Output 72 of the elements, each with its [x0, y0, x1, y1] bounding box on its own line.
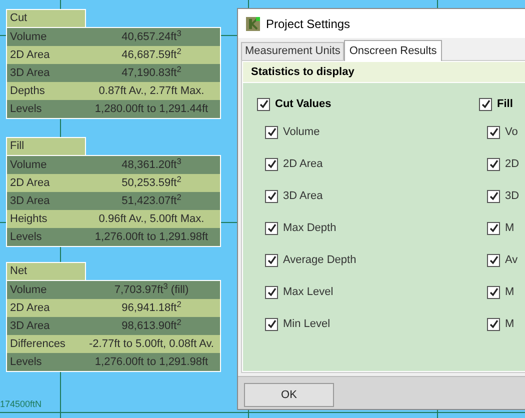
checkbox[interactable]	[265, 286, 278, 298]
row-value: 96,941.18ft$^{2}$	[120, 300, 182, 316]
panel-title: Fill	[6, 137, 86, 155]
row-label: Volume	[9, 282, 48, 298]
row-value: 46,687.59ft$^{2}$	[120, 46, 182, 63]
app-icon	[246, 16, 260, 30]
row-value: 0.87ft Av., 2.77ft Max.	[98, 84, 206, 99]
grid-label: 174500ftN	[0, 398, 42, 411]
checkbox[interactable]	[265, 254, 278, 266]
checkbox[interactable]	[265, 222, 278, 234]
row-value: 47,190.83ft$^{2}$	[120, 64, 182, 81]
option-label: Av	[505, 252, 518, 268]
row-value: 40,657.24ft$^{3}$	[120, 28, 182, 45]
row-label: 3D Area	[9, 194, 51, 209]
row-label: Levels	[9, 230, 43, 245]
tab[interactable]: Measurement Units	[241, 42, 344, 60]
option-label: M	[505, 316, 514, 332]
option-label: 3D Area	[283, 188, 323, 204]
tab[interactable]: Onscreen Results	[344, 40, 442, 61]
row-label: Levels	[9, 102, 43, 117]
option-label: Average Depth	[283, 252, 356, 268]
row-label: Heights	[9, 212, 48, 227]
section-header: Statistics to display	[243, 62, 525, 82]
window-title: Project Settings	[266, 16, 350, 32]
row-value: -2.77ft to 5.00ft, 0.08ft Av.	[88, 336, 215, 352]
ok-button[interactable]: OK	[244, 383, 334, 407]
checkbox[interactable]	[265, 190, 278, 202]
checkbox[interactable]	[265, 158, 278, 170]
row-value: 51,423.07ft$^{2}$	[120, 192, 182, 209]
row-label: 2D Area	[9, 300, 51, 316]
option-label: Max Depth	[283, 220, 336, 236]
checkbox[interactable]	[257, 98, 270, 110]
group-label: Cut Values	[275, 96, 332, 112]
row-label: 3D Area	[9, 66, 51, 81]
row-value: 1,276.00ft to 1,291.98ft	[94, 354, 210, 370]
option-label: 2D Area	[283, 156, 323, 172]
option-label: Vo	[505, 124, 518, 140]
row-value: 48,361.20ft$^{3}$	[120, 156, 182, 173]
row-label: Differences	[9, 336, 66, 352]
checkbox[interactable]	[487, 286, 500, 298]
option-label: Min Level	[283, 316, 330, 332]
option-label: Volume	[283, 124, 320, 140]
row-label: 3D Area	[9, 318, 51, 334]
checkbox[interactable]	[265, 318, 278, 330]
row-label: Volume	[9, 30, 48, 45]
row-value: 50,253.59ft$^{2}$	[120, 174, 182, 191]
row-value: 7,703.97ft$^{3}$ (fill)	[113, 282, 190, 298]
checkbox[interactable]	[265, 126, 278, 138]
option-label: 3D	[505, 188, 520, 204]
group-label: Fill	[497, 96, 513, 112]
checkbox[interactable]	[479, 98, 492, 110]
panel-title: Cut	[6, 9, 86, 27]
row-value: 1,280.00ft to 1,291.44ft	[94, 102, 210, 117]
checkbox[interactable]	[487, 222, 500, 234]
row-label: 2D Area	[9, 48, 51, 63]
option-label: 2D	[505, 156, 520, 172]
row-label: Volume	[9, 158, 48, 173]
row-label: 2D Area	[9, 176, 51, 191]
checkbox[interactable]	[487, 318, 500, 330]
panel-title: Net	[6, 262, 86, 280]
row-value: 1,276.00ft to 1,291.98ft	[94, 230, 210, 245]
checkbox[interactable]	[487, 254, 500, 266]
option-label: M	[505, 284, 514, 300]
row-value: 0.96ft Av., 5.00ft Max.	[98, 212, 206, 227]
row-label: Levels	[9, 354, 43, 370]
option-label: M	[505, 220, 514, 236]
row-label: Depths	[9, 84, 46, 99]
checkbox[interactable]	[487, 158, 500, 170]
checkbox[interactable]	[487, 190, 500, 202]
option-label: Max Level	[283, 284, 334, 300]
row-value: 98,613.90ft$^{2}$	[120, 318, 182, 334]
checkbox[interactable]	[487, 126, 500, 138]
